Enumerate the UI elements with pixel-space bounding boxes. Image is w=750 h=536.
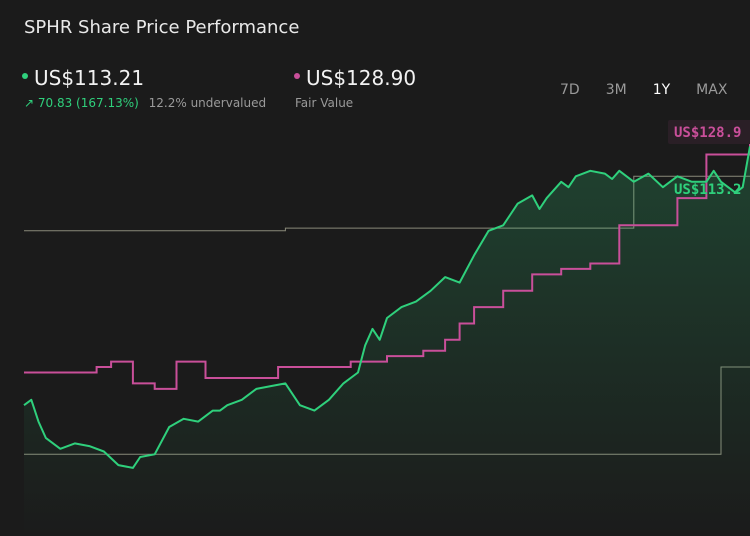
price-area-fill <box>24 146 750 536</box>
price-chart: US$128.9 US$113.2 <box>23 120 750 536</box>
price-badge: US$113.2 <box>674 182 741 198</box>
price-badge-text: US$113.2 <box>674 182 741 198</box>
fair-value-badge-text: US$128.9 <box>674 125 741 141</box>
fair-value-badge: US$128.9 <box>668 120 750 144</box>
